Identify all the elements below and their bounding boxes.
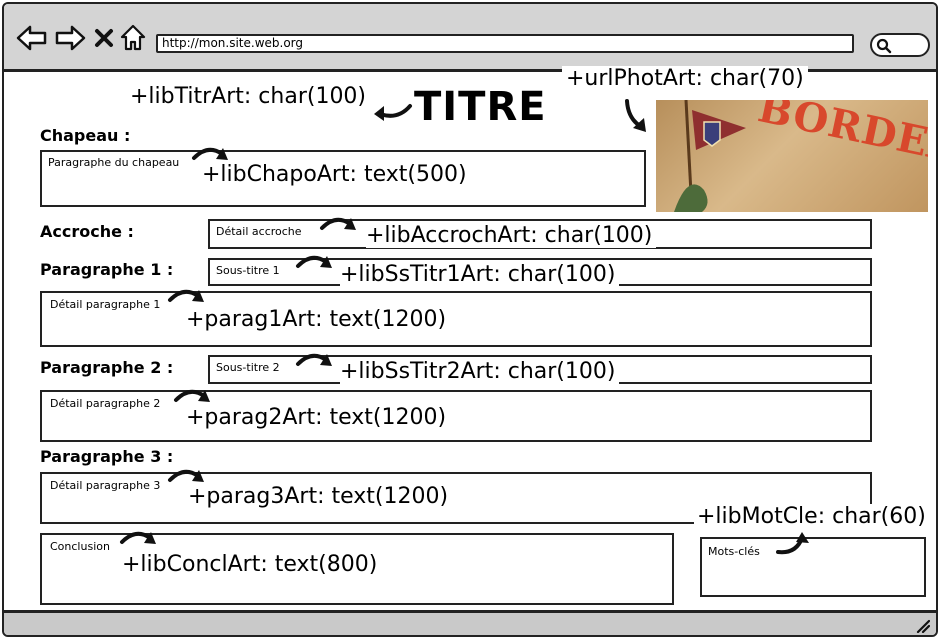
paragraphe3-detail-placeholder: Détail paragraphe 3 [50, 479, 161, 492]
arrow-icon [320, 217, 356, 230]
paragraphe1-subtitle-placeholder: Sous-titre 1 [216, 264, 280, 277]
arrow-icon [374, 104, 412, 121]
arrow-icon [168, 289, 204, 302]
paragraphe2-textarea[interactable]: Détail paragraphe 2 [40, 390, 872, 442]
accroche-placeholder: Détail accroche [216, 225, 302, 238]
arrow-icon [776, 532, 809, 555]
browser-statusbar [4, 610, 936, 635]
chapeau-field-annotation: +libChapoArt: text(500) [202, 162, 467, 187]
paragraphe3-detail-field-annotation: +parag3Art: text(1200) [188, 484, 449, 509]
motscles-placeholder: Mots-clés [708, 545, 760, 558]
paragraphe1-label: Paragraphe 1 : [40, 260, 174, 279]
forward-icon[interactable] [54, 24, 86, 52]
arrow-icon [625, 99, 646, 132]
chapeau-label: Chapeau : [40, 126, 131, 145]
paragraphe1-detail-field-annotation: +parag1Art: text(1200) [186, 307, 447, 332]
paragraphe1-textarea[interactable]: Détail paragraphe 1 [40, 291, 872, 347]
article-photo[interactable]: BORDEAUX [656, 100, 928, 212]
close-icon[interactable] [94, 28, 114, 48]
accroche-label: Accroche : [40, 222, 134, 241]
home-icon[interactable] [120, 24, 146, 52]
photo-field-annotation: +urlPhotArt: char(70) [562, 66, 808, 91]
arrow-icon [296, 353, 332, 366]
resize-grip-icon[interactable] [916, 619, 930, 633]
paragraphe2-detail-field-annotation: +parag2Art: text(1200) [186, 405, 447, 430]
conclusion-placeholder: Conclusion [50, 540, 110, 553]
paragraphe1-subtitle-field-annotation: +libSsTitr1Art: char(100) [340, 262, 620, 287]
motscles-field-annotation: +libMotCle: char(60) [694, 504, 929, 529]
browser-window: http://mon.site.web.org +libTitrArt: cha… [2, 2, 938, 637]
url-text: http://mon.site.web.org [162, 36, 304, 50]
arrow-icon [120, 531, 156, 544]
conclusion-field-annotation: +libConclArt: text(800) [122, 552, 378, 577]
browser-toolbar: http://mon.site.web.org [4, 4, 936, 72]
paragraphe2-subtitle-field-annotation: +libSsTitr2Art: char(100) [340, 359, 620, 384]
paragraphe2-subtitle-placeholder: Sous-titre 2 [216, 361, 280, 374]
page-title: TITRE [414, 84, 547, 130]
title-field-annotation: +libTitrArt: char(100) [130, 84, 367, 109]
accroche-field-annotation: +libAccrochArt: char(100) [366, 223, 657, 248]
paragraphe1-detail-placeholder: Détail paragraphe 1 [50, 298, 161, 311]
paragraphe2-detail-placeholder: Détail paragraphe 2 [50, 397, 161, 410]
back-icon[interactable] [16, 24, 48, 52]
search-box[interactable] [870, 33, 930, 57]
arrow-icon [296, 255, 332, 268]
url-bar[interactable]: http://mon.site.web.org [156, 34, 854, 53]
search-icon [876, 38, 892, 54]
chapeau-placeholder: Paragraphe du chapeau [48, 156, 180, 169]
motscles-input[interactable]: Mots-clés [700, 537, 926, 597]
paragraphe2-label: Paragraphe 2 : [40, 358, 174, 377]
paragraphe3-label: Paragraphe 3 : [40, 447, 174, 466]
